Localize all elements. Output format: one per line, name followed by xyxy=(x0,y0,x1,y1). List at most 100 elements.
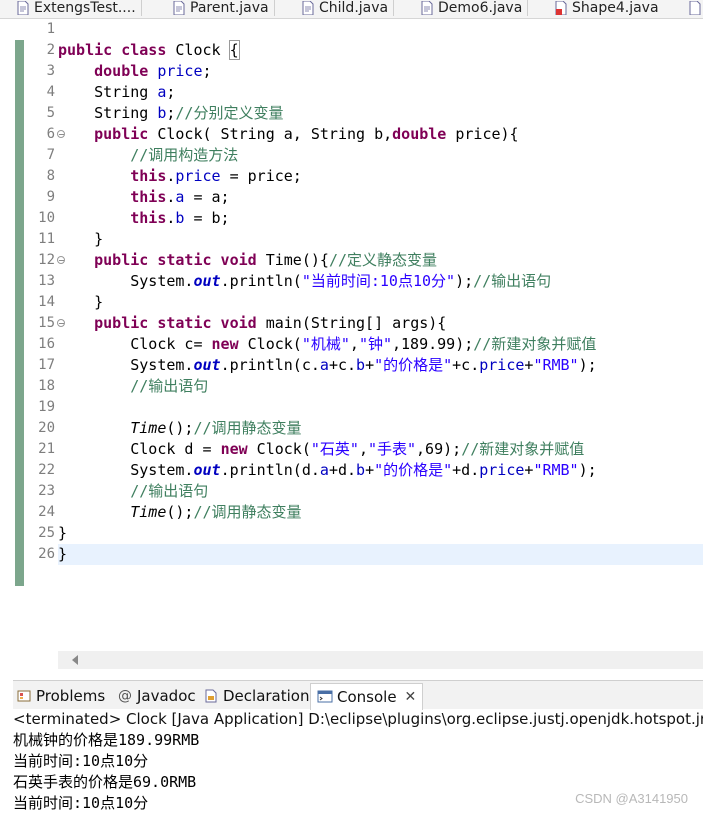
tab-label: Declaration xyxy=(223,687,310,705)
keyword-token: public xyxy=(94,125,149,143)
problems-icon xyxy=(16,688,32,704)
line-number: 11 xyxy=(38,231,55,247)
editor-tab-child[interactable]: Child.java xyxy=(302,0,395,18)
line-number: 24 xyxy=(38,504,55,520)
console-output-line: 机械钟的价格是189.99RMB xyxy=(13,731,200,749)
editor-tab-extengstest[interactable]: ExtengsTest.... xyxy=(17,0,142,18)
string-token: "石英" xyxy=(310,440,359,458)
line-number: 17 xyxy=(38,357,55,373)
comment-token: //输出语句 xyxy=(130,377,209,395)
code-line: } xyxy=(58,230,104,248)
editor-tab-shape4[interactable]: Shape4.java xyxy=(555,0,659,18)
line-number: 25 xyxy=(38,525,55,541)
code-token: (); xyxy=(166,419,194,437)
code-token: String xyxy=(58,83,158,101)
code-line: String a; xyxy=(58,82,175,103)
editor-tab-label: Child.java xyxy=(319,0,389,16)
keyword-token: this xyxy=(130,167,167,185)
line-number: 23 xyxy=(38,483,55,499)
keyword-token: public class xyxy=(58,41,167,59)
console-output-line: 石英手表的价格是69.0RMB xyxy=(13,773,197,791)
static-field-token: out xyxy=(193,356,221,374)
tab-console[interactable]: Console ✕ xyxy=(310,683,424,710)
code-token: .println(c. xyxy=(220,356,320,374)
comment-token: //新建对象并赋值 xyxy=(461,440,585,458)
matched-bracket: { xyxy=(228,40,240,60)
code-token: Clock( String a, String b, xyxy=(148,125,393,143)
code-token: = a; xyxy=(184,188,230,206)
code-token: ; xyxy=(166,83,176,101)
code-token: .println(d. xyxy=(220,461,320,479)
terminated-status-line: <terminated> Clock [Java Application] D:… xyxy=(13,710,703,728)
panel-tab-bar: Problems @ Javadoc Declaration Console ✕ xyxy=(13,681,703,710)
keyword-token: double xyxy=(94,62,149,80)
comment-token: //调用静态变量 xyxy=(193,419,302,437)
tab-problems[interactable]: Problems xyxy=(16,685,105,707)
code-token: ,69); xyxy=(416,440,462,458)
field-token: a xyxy=(319,461,329,479)
editor-tab-label: Shape4.java xyxy=(572,0,659,16)
editor-tab-demo6[interactable]: Demo6.java xyxy=(421,0,529,18)
javadoc-icon: @ xyxy=(118,688,132,704)
code-line: //输出语句 xyxy=(58,481,208,502)
java-file-icon xyxy=(17,1,29,15)
line-number: 15 xyxy=(38,315,55,331)
code-line: public static void main(String[] args){ xyxy=(58,313,446,334)
code-editor[interactable]: 1 2 3 4 5 6 − 7 8 9 10 11 12 − 13 14 15 … xyxy=(13,19,703,673)
comment-token: //调用静态变量 xyxy=(193,503,302,521)
scroll-left-arrow-icon[interactable] xyxy=(72,655,78,665)
code-token: (); xyxy=(166,503,194,521)
field-token: b xyxy=(356,461,366,479)
change-indicator-bar xyxy=(15,40,24,586)
string-token: "钟" xyxy=(358,335,392,353)
code-token: ,189.99); xyxy=(392,335,474,353)
string-token: "机械" xyxy=(301,335,350,353)
line-number: 8 xyxy=(46,168,55,184)
editor-tab-bar: ExtengsTest.... Parent.java Child.java D… xyxy=(0,0,703,19)
tab-javadoc[interactable]: @ Javadoc xyxy=(117,685,196,707)
comment-token: //调用构造方法 xyxy=(130,146,239,164)
code-token: ); xyxy=(578,356,597,374)
editor-tab-label: ExtengsTest.... xyxy=(34,0,136,16)
line-number: 2 xyxy=(46,42,55,58)
code-line: } xyxy=(58,293,104,311)
line-number: 5 xyxy=(46,105,55,121)
code-line: this.a = a; xyxy=(58,187,230,208)
java-file-icon xyxy=(421,1,433,15)
code-token: + xyxy=(365,461,375,479)
current-code-line: } xyxy=(58,544,703,565)
tab-declaration[interactable]: Declaration xyxy=(203,685,309,707)
comment-token: //输出语句 xyxy=(473,272,552,290)
java-file-icon xyxy=(689,1,701,15)
editor-tab-parent[interactable]: Parent.java xyxy=(173,0,275,18)
code-token: , xyxy=(349,335,359,353)
field-token: price xyxy=(175,167,221,185)
line-number: 12 xyxy=(38,252,55,268)
code-token: Clock xyxy=(166,41,230,59)
code-token: +c. xyxy=(328,356,357,374)
code-token: ); xyxy=(578,461,597,479)
line-number: 6 xyxy=(46,126,55,142)
editor-tab-overflow[interactable] xyxy=(689,0,703,18)
comment-token: //分别定义变量 xyxy=(175,104,284,122)
close-icon[interactable]: ✕ xyxy=(405,689,417,705)
code-token: ); xyxy=(455,272,474,290)
tab-separator xyxy=(393,0,395,16)
keyword-token: public static void xyxy=(94,314,257,332)
horizontal-scrollbar[interactable] xyxy=(58,651,703,669)
line-number: 7 xyxy=(46,147,55,163)
code-line: String b;//分别定义变量 xyxy=(58,103,283,124)
code-line: } xyxy=(58,524,68,542)
line-number: 4 xyxy=(46,84,55,100)
static-field-token: out xyxy=(193,272,221,290)
line-number: 16 xyxy=(38,336,55,352)
code-line: double price; xyxy=(58,61,211,82)
